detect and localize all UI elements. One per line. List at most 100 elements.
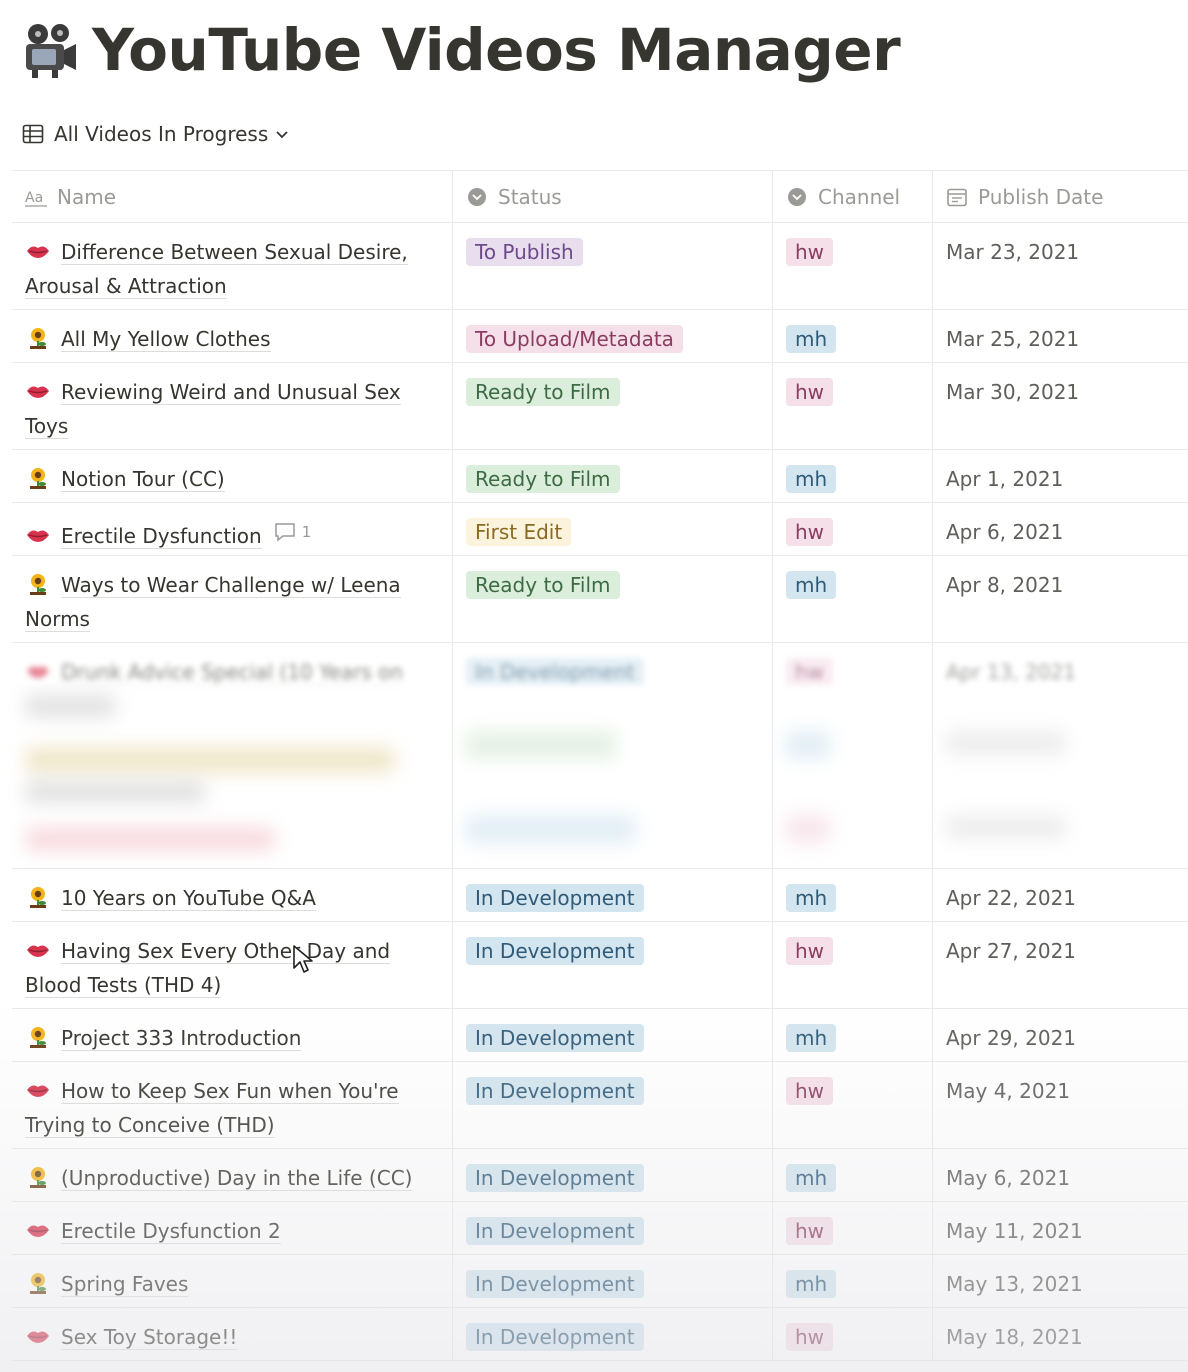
lips-icon (27, 1225, 49, 1237)
channel-tag: hw (786, 658, 834, 685)
table-row[interactable]: Spring Faves In Development mh May 13, 2… (12, 1255, 1188, 1308)
publish-date: Apr 22, 2021 (946, 886, 1077, 910)
video-title[interactable]: Project 333 Introduction (61, 1026, 302, 1051)
lips-icon (27, 530, 49, 542)
publish-date: Apr 29, 2021 (946, 1026, 1077, 1050)
column-header-status[interactable]: Status (453, 171, 773, 222)
channel-tag: mh (786, 1270, 837, 1298)
blurred-rows: Drunk Advice Special (10 Years on In Dev… (12, 643, 1188, 869)
videos-table: Aa Name Status Channel Publish Date Diff… (12, 170, 1188, 1361)
column-header-name[interactable]: Aa Name (12, 171, 453, 222)
table-row[interactable]: Difference Between Sexual Desire, Arousa… (12, 223, 1188, 310)
video-title[interactable]: Reviewing Weird and Unusual Sex Toys (25, 380, 401, 439)
page-header: YouTube Videos Manager (18, 12, 901, 88)
status-tag: In Development (466, 937, 644, 965)
status-tag: In Development (466, 884, 644, 912)
comment-count[interactable]: 1 (274, 515, 311, 549)
table-row[interactable]: Sex Toy Storage!! In Development hw May … (12, 1308, 1188, 1361)
lips-icon (27, 386, 49, 398)
status-tag: Ready to Film (466, 571, 620, 599)
lips-icon (27, 1331, 49, 1343)
status-tag: In Development (466, 1270, 644, 1298)
publish-date: May 13, 2021 (946, 1272, 1083, 1296)
channel-tag: hw (786, 378, 834, 406)
status-tag: In Development (466, 1323, 644, 1351)
table-row[interactable]: 10 Years on YouTube Q&A In Development m… (12, 869, 1188, 922)
column-header-channel[interactable]: Channel (773, 171, 933, 222)
video-title[interactable]: Sex Toy Storage!! (61, 1325, 238, 1350)
table-row[interactable]: Erectile Dysfunction 1 First Edit hw Apr … (12, 503, 1188, 556)
table-row[interactable]: How to Keep Sex Fun when You're Trying t… (12, 1062, 1188, 1149)
video-title[interactable]: All My Yellow Clothes (61, 327, 271, 352)
publish-date: May 6, 2021 (946, 1166, 1071, 1190)
video-title[interactable]: Ways to Wear Challenge w/ Leena Norms (25, 573, 401, 632)
column-header-publish-date[interactable]: Publish Date (933, 171, 1188, 222)
channel-tag: mh (786, 1164, 837, 1192)
status-tag: In Development (466, 1164, 644, 1192)
calendar-icon (947, 188, 967, 206)
table-row[interactable]: Project 333 Introduction In Development … (12, 1009, 1188, 1062)
sunflower-icon (30, 1273, 46, 1294)
status-tag: In Development (466, 658, 644, 685)
table-header: Aa Name Status Channel Publish Date (12, 171, 1188, 223)
status-tag: To Publish (466, 238, 583, 266)
video-title[interactable]: 10 Years on YouTube Q&A (61, 886, 316, 911)
status-tag: First Edit (466, 518, 572, 546)
video-title[interactable]: Drunk Advice Special (10 Years on (61, 660, 404, 685)
sunflower-icon (30, 1027, 46, 1048)
publish-date: May 18, 2021 (946, 1325, 1083, 1349)
channel-tag: mh (786, 1024, 837, 1052)
view-switcher[interactable]: All Videos In Progress (22, 118, 290, 150)
table-view-icon (22, 124, 44, 144)
sunflower-icon (30, 887, 46, 908)
status-tag: Ready to Film (466, 465, 620, 493)
table-row[interactable]: Having Sex Every Other Day and Blood Tes… (12, 922, 1188, 1009)
table-row[interactable]: Ways to Wear Challenge w/ Leena Norms Re… (12, 556, 1188, 643)
text-property-icon: Aa (25, 190, 47, 207)
table-row[interactable]: Reviewing Weird and Unusual Sex Toys Rea… (12, 363, 1188, 450)
sunflower-icon (30, 328, 46, 349)
video-title[interactable]: Spring Faves (61, 1272, 189, 1297)
sunflower-icon (30, 468, 46, 489)
status-tag: In Development (466, 1217, 644, 1245)
lips-icon (27, 945, 49, 957)
sunflower-icon (30, 574, 46, 595)
comment-icon (274, 523, 295, 542)
channel-tag: hw (786, 937, 834, 965)
video-title[interactable]: Erectile Dysfunction (61, 524, 262, 549)
publish-date: Apr 1, 2021 (946, 467, 1064, 491)
status-tag: In Development (466, 1077, 644, 1105)
channel-tag: mh (786, 325, 837, 353)
lips-icon (27, 1085, 49, 1097)
channel-tag: hw (786, 238, 834, 266)
publish-date: May 11, 2021 (946, 1219, 1083, 1243)
publish-date: May 4, 2021 (946, 1079, 1071, 1103)
publish-date: Mar 23, 2021 (946, 240, 1080, 264)
channel-tag: hw (786, 518, 834, 546)
table-row[interactable]: (Unproductive) Day in the Life (CC) In D… (12, 1149, 1188, 1202)
svg-text:Aa: Aa (25, 190, 43, 206)
lips-icon (27, 246, 49, 258)
video-title[interactable]: Notion Tour (CC) (61, 467, 225, 492)
table-row[interactable]: Erectile Dysfunction 2 In Development hw… (12, 1202, 1188, 1255)
publish-date: Mar 30, 2021 (946, 380, 1080, 404)
video-title[interactable]: (Unproductive) Day in the Life (CC) (61, 1166, 413, 1191)
video-title[interactable]: Having Sex Every Other Day and Blood Tes… (25, 939, 391, 998)
table-row[interactable]: All My Yellow Clothes To Upload/Metadata… (12, 310, 1188, 363)
channel-tag: mh (786, 465, 837, 493)
video-title[interactable]: Erectile Dysfunction 2 (61, 1219, 281, 1244)
publish-date: Apr 8, 2021 (946, 573, 1064, 597)
video-title[interactable]: Difference Between Sexual Desire, Arousa… (25, 240, 408, 299)
status-tag: Ready to Film (466, 378, 620, 406)
table-row[interactable]: Notion Tour (CC) Ready to Film mh Apr 1,… (12, 450, 1188, 503)
select-property-icon (468, 187, 486, 206)
video-title[interactable]: How to Keep Sex Fun when You're Trying t… (25, 1079, 399, 1138)
channel-tag: hw (786, 1217, 834, 1245)
page-title: YouTube Videos Manager (92, 16, 901, 84)
select-property-icon (788, 187, 806, 206)
channel-tag: hw (786, 1323, 834, 1351)
lips-icon (27, 666, 49, 678)
status-tag: In Development (466, 1024, 644, 1052)
channel-tag: mh (786, 884, 837, 912)
publish-date: Apr 13, 2021 (946, 660, 1077, 684)
